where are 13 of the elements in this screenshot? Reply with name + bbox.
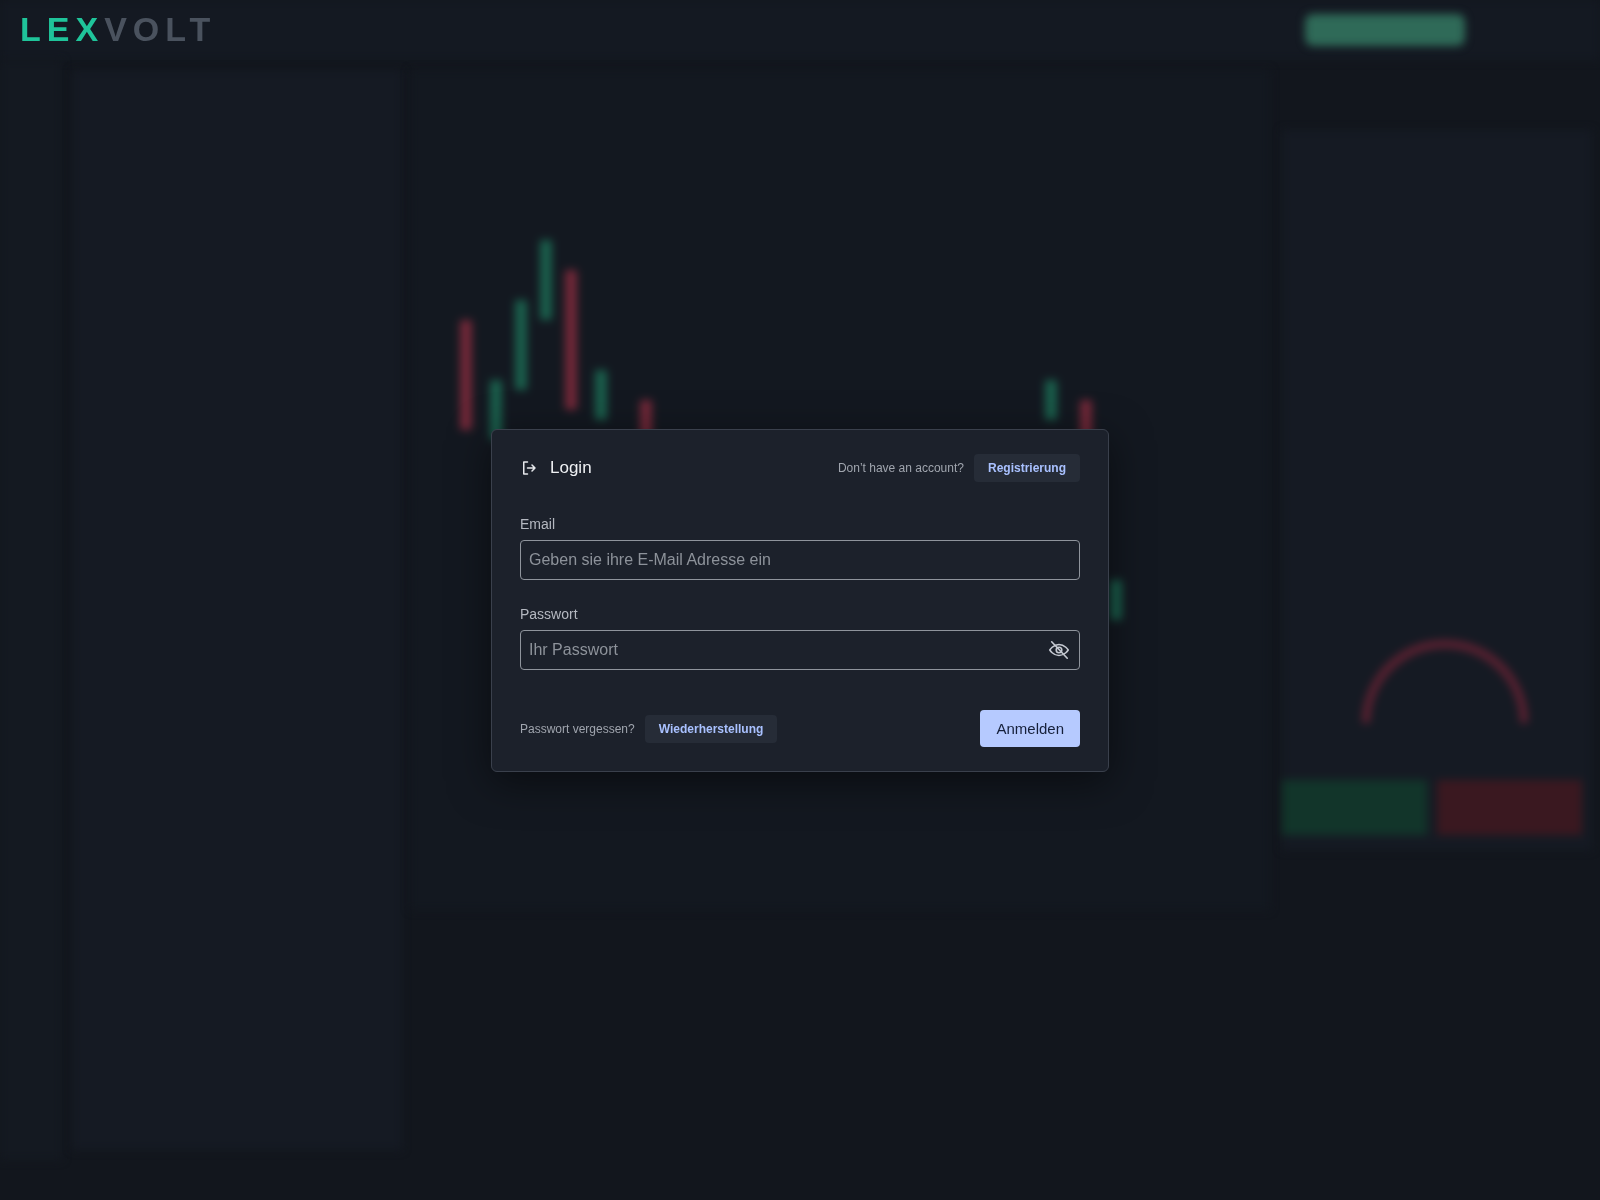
dialog-title: Login (550, 458, 592, 478)
field-label: Passwort (520, 606, 578, 622)
signup-button[interactable]: Registrierung (974, 454, 1080, 482)
password-field[interactable]: Ihr Passwort (520, 630, 1080, 670)
signup-prompt: Don’t have an account? (837, 461, 964, 475)
logo: LEXVOLT (20, 10, 217, 49)
login-button[interactable]: Anmelden (980, 710, 1080, 747)
forgot-password-prompt: Passwort vergessen? (520, 721, 635, 736)
recover-button[interactable]: Wiederherstellung (644, 714, 778, 743)
field-label: Email (520, 516, 555, 532)
eye-slash-icon[interactable] (1048, 639, 1070, 661)
email-field[interactable]: Geben sie ihre E-Mail Adresse ein (520, 540, 1080, 580)
logout-arrow-icon (520, 459, 538, 477)
